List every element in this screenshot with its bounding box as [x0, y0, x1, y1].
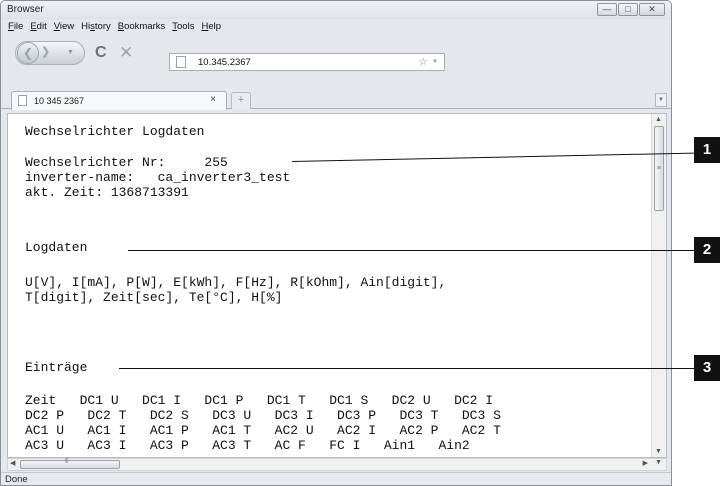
inverter-name: inverter-name: ca_inverter3_test	[25, 170, 291, 185]
close-window-button[interactable]: ✕	[639, 3, 665, 16]
units-line: U[V], I[mA], P[W], E[kWh], F[Hz], R[kOhm…	[25, 275, 447, 290]
logdaten-heading: Logdaten	[25, 240, 88, 255]
column-header-line: Zeit DC1 U DC1 I DC1 P DC1 T DC1 S DC2 U…	[25, 393, 494, 408]
navigation-bar: ❮ ❯ ▼ C ✕ 10.345.2367 ☆ ▼	[1, 37, 671, 71]
page-content: Wechselrichter Logdaten Wechselrichter N…	[7, 113, 667, 458]
menu-file[interactable]: File	[5, 19, 27, 35]
column-header-line: AC1 U AC1 I AC1 P AC1 T AC2 U AC2 I AC2 …	[25, 423, 501, 438]
callout-badge-3: 3	[694, 355, 720, 381]
grip-icon: ⦀	[65, 458, 69, 465]
maximize-button[interactable]: □	[618, 3, 638, 16]
horizontal-scroll-thumb[interactable]: ⦀	[20, 458, 120, 469]
vertical-scrollbar[interactable]: ▲ ≡ ▼	[651, 114, 666, 457]
eintraege-heading: Einträge	[25, 360, 88, 375]
menu-help[interactable]: Help	[198, 19, 225, 35]
column-header-line: DC2 P DC2 T DC2 S DC3 U DC3 I DC3 P DC3 …	[25, 408, 501, 423]
menu-view[interactable]: View	[51, 19, 78, 35]
menu-bookmarks[interactable]: Bookmarks	[115, 19, 170, 35]
address-bar[interactable]: 10.345.2367 ☆ ▼	[169, 53, 445, 71]
scroll-down-icon[interactable]: ▼	[655, 448, 662, 455]
tab-strip: 10 345 2367 × + ▼	[1, 87, 671, 110]
url-text[interactable]: 10.345.2367	[198, 57, 251, 68]
back-arrow-icon: ❮	[22, 46, 34, 60]
menu-edit[interactable]: Edit	[27, 19, 50, 35]
vertical-scroll-thumb[interactable]: ≡	[654, 126, 664, 211]
tab-page-icon	[18, 95, 27, 106]
page-icon	[176, 56, 186, 68]
forward-button[interactable]: ❯	[41, 45, 50, 58]
reload-icon: C	[95, 44, 107, 61]
menu-history[interactable]: History	[78, 19, 115, 35]
scroll-left-icon[interactable]: ◀	[10, 459, 15, 467]
title-bar: Browser — □ ✕	[1, 1, 671, 19]
callout-badge-1: 1	[694, 137, 720, 163]
scroll-down-icon[interactable]: ▼	[655, 459, 662, 466]
page-heading: Wechselrichter Logdaten	[25, 124, 205, 139]
forward-arrow-icon: ❯	[41, 46, 51, 58]
units-line: T[digit], Zeit[sec], Te[°C], H[%]	[25, 290, 283, 305]
scroll-right-icon[interactable]: ▶	[643, 459, 648, 467]
new-tab-button[interactable]: +	[231, 92, 251, 109]
column-header-line: AC3 U AC3 I AC3 P AC3 T AC F FC I Ain1 A…	[25, 438, 470, 453]
horizontal-scrollbar[interactable]: ◀ ⦀ ▶ ▼	[7, 458, 667, 471]
window-controls: — □ ✕	[597, 3, 665, 16]
current-time: akt. Zeit: 1368713391	[25, 185, 189, 200]
callout-line-2	[128, 250, 694, 251]
inverter-number: Wechselrichter Nr: 255	[25, 155, 228, 170]
minimize-button[interactable]: —	[597, 3, 617, 16]
bookmark-star-icon[interactable]: ☆	[418, 55, 428, 68]
stop-button[interactable]: ✕	[119, 43, 133, 63]
scroll-up-icon[interactable]: ▲	[655, 116, 662, 123]
browser-window: Browser — □ ✕ File Edit View History Boo…	[0, 0, 672, 486]
callout-badge-2: 2	[694, 237, 720, 263]
callout-line-3	[119, 368, 694, 369]
status-bar: Done	[1, 472, 671, 485]
menu-bar: File Edit View History Bookmarks Tools H…	[1, 19, 671, 35]
tab-active[interactable]: 10 345 2367 ×	[11, 91, 227, 110]
tab-label: 10 345 2367	[34, 96, 85, 106]
status-text: Done	[5, 474, 28, 485]
url-dropdown-icon[interactable]: ▼	[432, 59, 438, 65]
window-title: Browser	[7, 4, 44, 15]
tab-list-dropdown-icon[interactable]: ▼	[655, 93, 667, 107]
back-button[interactable]: ❮	[17, 42, 39, 64]
menu-tools[interactable]: Tools	[169, 19, 198, 35]
grip-icon: ≡	[657, 165, 662, 172]
stop-icon: ✕	[119, 43, 134, 62]
history-dropdown-icon[interactable]: ▼	[67, 49, 74, 56]
reload-button[interactable]: C	[95, 44, 107, 62]
tab-close-icon[interactable]: ×	[210, 94, 216, 105]
